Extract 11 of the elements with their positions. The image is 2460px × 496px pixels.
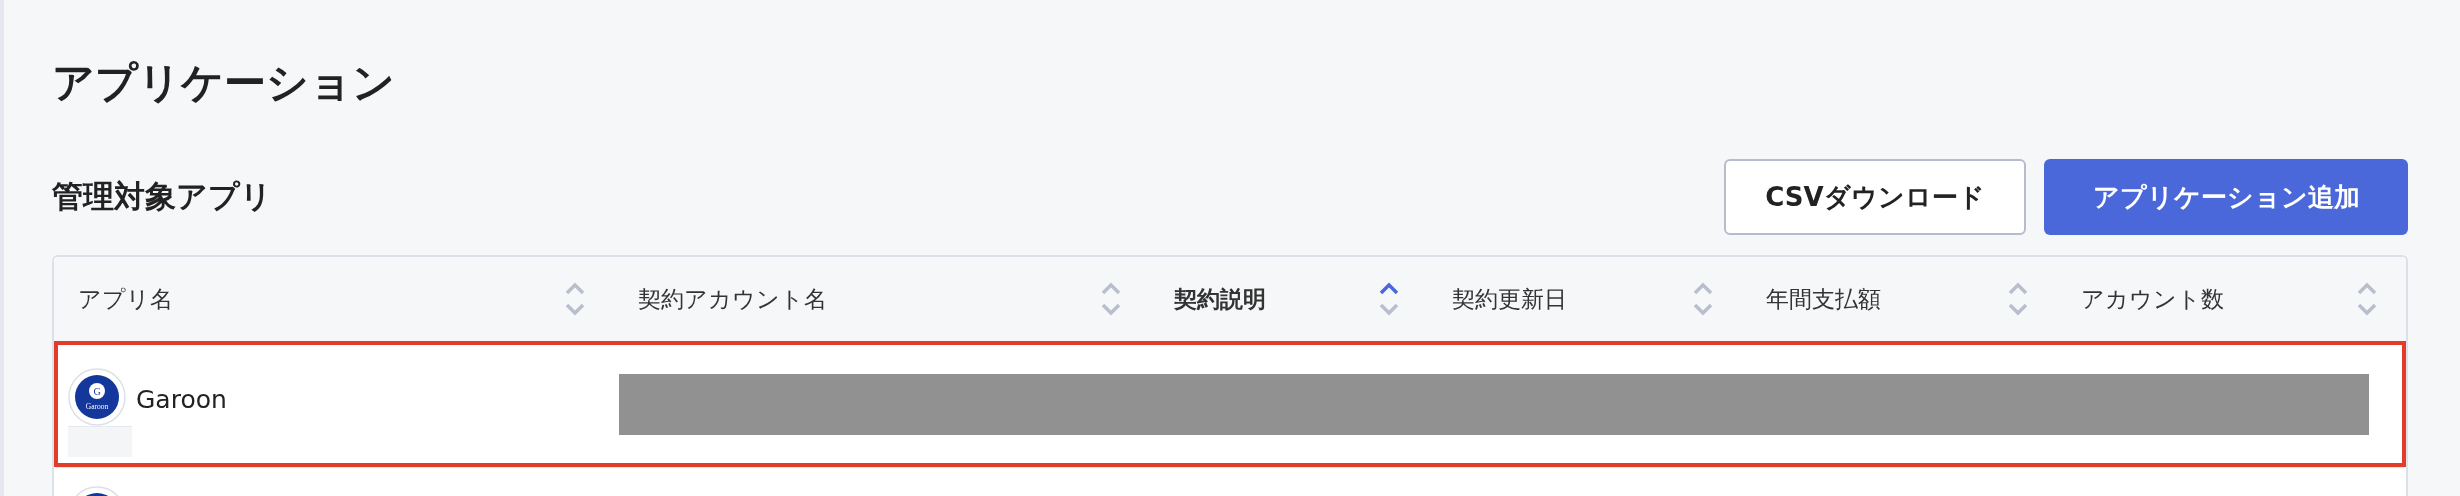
- csv-download-button[interactable]: CSVダウンロード: [1724, 159, 2026, 235]
- column-header[interactable]: 年間支払額: [1766, 283, 1882, 315]
- app-name: Garoon: [136, 384, 227, 414]
- column-header[interactable]: 契約アカウント名: [638, 283, 827, 315]
- add-application-button[interactable]: アプリケーション追加: [2044, 159, 2408, 235]
- column-header[interactable]: 契約更新日: [1451, 283, 1567, 315]
- section-title: 管理対象アプリ: [52, 177, 272, 216]
- column-header[interactable]: アプリ名: [78, 283, 173, 315]
- column-header[interactable]: アカウント数: [2080, 283, 2224, 315]
- page-title: アプリケーション: [52, 57, 396, 109]
- column-header[interactable]: 契約説明: [1174, 283, 1267, 315]
